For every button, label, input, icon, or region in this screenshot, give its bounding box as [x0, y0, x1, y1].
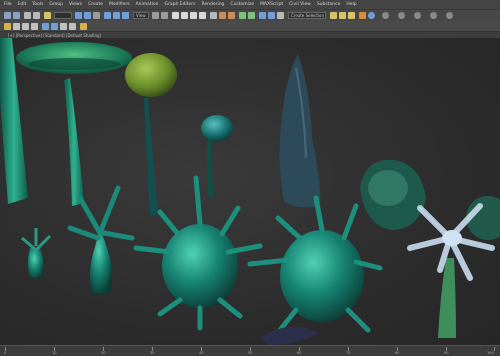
material-editor-icon[interactable] [277, 12, 284, 19]
menu-views[interactable]: Views [69, 0, 82, 9]
region-select-icon[interactable] [93, 12, 100, 19]
scene-render [0, 38, 500, 345]
timeline-label: 0 [4, 351, 7, 355]
render-production-icon[interactable] [359, 12, 366, 19]
freeform-tab-icon[interactable] [13, 23, 20, 30]
edge-icon[interactable] [60, 23, 67, 30]
angle-snap-icon[interactable] [181, 12, 188, 19]
reference-coordinate-dropdown[interactable]: View [133, 12, 149, 19]
green-ball-plant[interactable] [125, 53, 177, 216]
menu-file[interactable]: File [4, 0, 12, 9]
object-paint-tab-icon[interactable] [31, 23, 38, 30]
modeling-tab-icon[interactable] [4, 23, 11, 30]
schematic-view-icon[interactable] [268, 12, 275, 19]
menu-civil-view[interactable]: Civil View [289, 0, 311, 9]
polygon-icon[interactable] [51, 23, 58, 30]
menu-animation[interactable]: Animation [136, 0, 159, 9]
rotate-icon[interactable] [113, 12, 120, 19]
link-icon[interactable] [24, 12, 31, 19]
menu-graph-editors[interactable]: Graph Editors [165, 0, 196, 9]
layer-explorer-icon[interactable] [239, 12, 246, 19]
unlink-icon[interactable] [33, 12, 40, 19]
selection-tab-icon[interactable] [22, 23, 29, 30]
percent-snap-icon[interactable] [190, 12, 197, 19]
pivot-icon[interactable] [152, 12, 159, 19]
bind-icon[interactable] [44, 12, 51, 19]
timeline-label: 80 [395, 351, 400, 355]
timeline-tick [494, 347, 495, 351]
main-toolbar: View Create Selection Set [0, 9, 500, 21]
menu-customize[interactable]: Customize [230, 0, 254, 9]
activeshade-icon[interactable] [368, 12, 375, 19]
toggle-ribbon-icon[interactable] [382, 12, 389, 19]
select-object-icon[interactable] [75, 12, 82, 19]
scale-icon[interactable] [122, 12, 129, 19]
mossy-rock[interactable] [360, 159, 426, 230]
curve-editor-icon[interactable] [259, 12, 266, 19]
sign-in-icon[interactable] [414, 12, 421, 19]
timeline-label: 100 [487, 351, 494, 355]
render-setup-icon[interactable] [330, 12, 337, 19]
timeline-label: 50 [248, 351, 253, 355]
tall-dark-spire-plant[interactable] [279, 54, 321, 208]
spinner-snap-icon[interactable] [199, 12, 206, 19]
menu-help[interactable]: Help [346, 0, 356, 9]
element-icon[interactable] [80, 23, 87, 30]
snap-icon[interactable] [172, 12, 179, 19]
selection-set-dropdown[interactable]: Create Selection Set [288, 12, 326, 19]
menu-edit[interactable]: Edit [18, 0, 27, 9]
timeline-label: 40 [199, 351, 204, 355]
small-teal-bulb-plant[interactable] [201, 115, 233, 198]
render-frame-icon[interactable] [339, 12, 346, 19]
selection-filter-dropdown[interactable] [54, 12, 72, 19]
menu-maxscript[interactable]: MAXScript [260, 0, 283, 9]
menu-bar: File Edit Tools Group Views Create Modif… [0, 0, 500, 9]
workspace-icon[interactable] [398, 12, 405, 19]
scene-explorer-icon[interactable] [248, 12, 255, 19]
timeline-label: 30 [150, 351, 155, 355]
mirror-icon[interactable] [219, 12, 226, 19]
redo-icon[interactable] [13, 12, 20, 19]
menu-modifiers[interactable]: Modifiers [109, 0, 130, 9]
timeline-label: 70 [346, 351, 351, 355]
timeline-label: 10 [52, 351, 57, 355]
move-icon[interactable] [104, 12, 111, 19]
menu-tools[interactable]: Tools [32, 0, 43, 9]
leaf-foreground [260, 326, 320, 345]
select-by-name-icon[interactable] [84, 12, 91, 19]
help-icon[interactable] [430, 12, 437, 19]
vertex-icon[interactable] [69, 23, 76, 30]
timeline[interactable]: 0 10 20 30 40 50 60 70 80 90 100 [0, 345, 500, 356]
spiky-bulb-plant-right[interactable] [247, 195, 383, 333]
render-icon[interactable] [348, 12, 355, 19]
perspective-viewport[interactable] [0, 38, 500, 345]
undo-icon[interactable] [4, 12, 11, 19]
menu-rendering[interactable]: Rendering [201, 0, 224, 9]
align-icon[interactable] [228, 12, 235, 19]
menu-create[interactable]: Create [88, 0, 103, 9]
edit-named-selection-icon[interactable] [210, 12, 217, 19]
timeline-label: 90 [444, 351, 449, 355]
timeline-label: 20 [101, 351, 106, 355]
ribbon-panel [0, 21, 500, 32]
menu-substance[interactable]: Substance [317, 0, 341, 9]
populate-tab-icon[interactable] [42, 23, 49, 30]
timeline-label: 60 [297, 351, 302, 355]
menu-group[interactable]: Group [49, 0, 63, 9]
manipulate-icon[interactable] [161, 12, 168, 19]
search-icon[interactable] [446, 12, 453, 19]
small-sprout-plant[interactable] [21, 228, 52, 278]
large-mushroom[interactable] [16, 42, 132, 206]
